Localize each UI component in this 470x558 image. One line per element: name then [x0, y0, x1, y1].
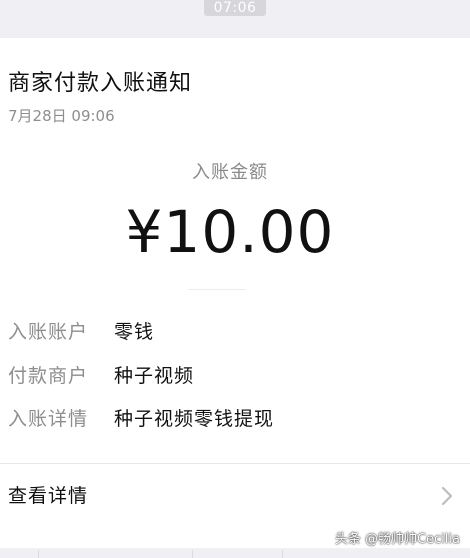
- watermark: 头条 @畅帅帅Cecilia: [334, 532, 460, 547]
- view-details-link[interactable]: 查看详情: [0, 464, 470, 528]
- detail-row-description: 入账详情 种子视频零钱提现: [8, 405, 274, 433]
- detail-value: 零钱: [114, 321, 155, 343]
- detail-key: 入账账户: [8, 321, 89, 343]
- divider: [38, 550, 39, 558]
- payment-notice-card[interactable]: 商家付款入账通知 7月28日 09:06 入账金额 ¥10.00 入账账户 零钱…: [0, 38, 470, 548]
- message-time: 07:06: [203, 0, 267, 16]
- chevron-right-icon: [437, 484, 457, 508]
- status-time-area: 07:06: [0, 0, 470, 22]
- notice-title: 商家付款入账通知: [8, 71, 193, 96]
- bottom-strip: [0, 548, 470, 558]
- detail-key: 入账详情: [8, 408, 89, 430]
- amount-label: 入账金额: [192, 162, 268, 183]
- divider: [192, 550, 193, 558]
- divider: [188, 289, 246, 290]
- view-details-label: 查看详情: [8, 485, 89, 507]
- detail-row-account: 入账账户 零钱: [8, 318, 154, 346]
- detail-value: 种子视频零钱提现: [114, 408, 275, 430]
- detail-row-merchant: 付款商户 种子视频: [8, 362, 194, 390]
- detail-value: 种子视频: [114, 365, 195, 387]
- notice-timestamp: 7月28日 09:06: [8, 107, 115, 125]
- detail-key: 付款商户: [8, 365, 89, 387]
- amount-value: ¥10.00: [125, 198, 335, 266]
- divider: [282, 550, 283, 558]
